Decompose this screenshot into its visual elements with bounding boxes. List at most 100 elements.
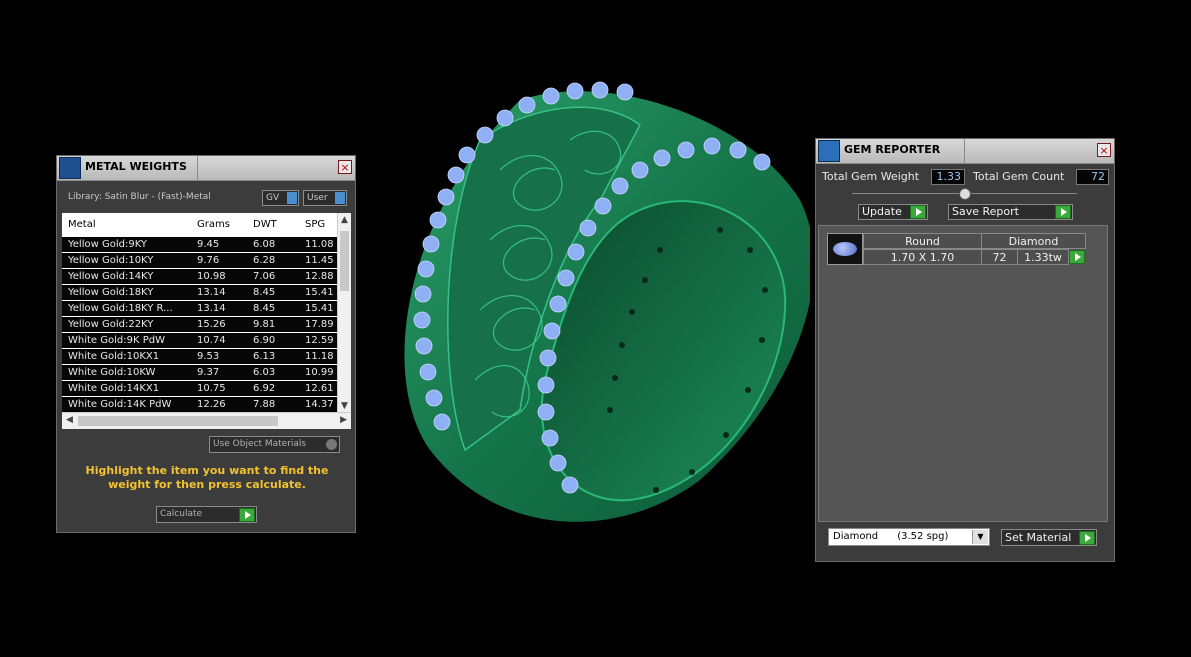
radio-icon — [326, 439, 337, 450]
metal-weights-titlebar[interactable]: METAL WEIGHTS × — [57, 156, 355, 181]
table-cell: 15.41 — [305, 287, 334, 298]
scrollbar-thumb[interactable] — [78, 416, 278, 426]
table-cell: 15.41 — [305, 303, 334, 314]
table-cell: 9.81 — [253, 319, 276, 330]
table-cell: White Gold:10KX1 — [68, 351, 160, 362]
material-select[interactable]: Diamond (3.52 spg) ▼ — [828, 528, 990, 546]
column-header-grams[interactable]: Grams — [197, 219, 230, 230]
table-cell: Yellow Gold:22KY — [68, 319, 154, 330]
gem-weight[interactable]: 1.33tw — [1017, 249, 1069, 265]
gem-size[interactable]: 1.70 X 1.70 — [863, 249, 982, 265]
user-toggle[interactable]: User — [303, 190, 347, 206]
play-icon[interactable] — [239, 508, 255, 522]
table-row[interactable]: White Gold:14KX1 10.75 6.92 12.61 — [62, 381, 337, 397]
scroll-right-icon[interactable]: ▶ — [340, 415, 347, 425]
close-icon[interactable]: × — [338, 160, 352, 174]
play-icon[interactable] — [1079, 531, 1095, 545]
play-icon[interactable] — [1055, 205, 1071, 219]
gv-toggle[interactable]: GV — [262, 190, 299, 206]
gem-count[interactable]: 72 — [981, 249, 1018, 265]
scale-icon — [59, 157, 81, 179]
gem-shape[interactable]: Round — [863, 233, 982, 249]
total-gem-count-value: 72 — [1076, 169, 1109, 185]
save-report-label: Save Report — [952, 205, 1019, 218]
column-header-spg[interactable]: SPG — [305, 219, 325, 230]
set-material-label: Set Material — [1005, 531, 1072, 544]
table-row[interactable]: Yellow Gold:22KY 15.26 9.81 17.89 — [62, 317, 337, 333]
toggle-indicator-icon — [335, 192, 345, 204]
table-cell: 15.26 — [197, 319, 226, 330]
scroll-down-icon[interactable]: ▼ — [341, 401, 348, 411]
metal-table-body: Yellow Gold:9KY 9.45 6.08 11.08 Yellow Gold:… — [62, 237, 337, 413]
use-object-materials-label: Use Object Materials — [213, 439, 307, 449]
gv-toggle-label: GV — [266, 193, 280, 203]
table-cell: Yellow Gold:18KY — [68, 287, 154, 298]
table-row[interactable]: Yellow Gold:18KY R... 13.14 8.45 15.41 — [62, 301, 337, 317]
table-row[interactable]: Yellow Gold:18KY 13.14 8.45 15.41 — [62, 285, 337, 301]
instruction-text: Highlight the item you want to find the … — [85, 464, 329, 491]
table-row[interactable]: Yellow Gold:9KY 9.45 6.08 11.08 — [62, 237, 337, 253]
table-cell: 14.37 — [305, 399, 334, 410]
gem-list: Round 1.70 X 1.70 Diamond 72 1.33tw — [818, 225, 1108, 522]
total-gem-count-label: Total Gem Count — [973, 170, 1065, 183]
table-row[interactable]: Yellow Gold:14KY 10.98 7.06 12.88 — [62, 269, 337, 285]
user-toggle-label: User — [307, 193, 328, 203]
table-cell: 7.88 — [253, 399, 276, 410]
use-object-materials-toggle[interactable]: Use Object Materials — [209, 436, 340, 453]
table-cell: 17.89 — [305, 319, 334, 330]
column-header-dwt[interactable]: DWT — [253, 219, 277, 230]
table-cell: 9.45 — [197, 239, 220, 250]
gem-reporter-titlebar[interactable]: GEM REPORTER × — [816, 139, 1114, 164]
material-select-value: Diamond (3.52 spg) — [833, 531, 949, 542]
table-row[interactable]: Yellow Gold:10KY 9.76 6.28 11.45 — [62, 253, 337, 269]
table-cell: Yellow Gold:10KY — [68, 255, 154, 266]
table-cell: White Gold:10KW — [68, 367, 156, 378]
update-button[interactable]: Update — [858, 204, 928, 220]
metal-table-header: Metal Grams DWT SPG — [62, 213, 337, 235]
scroll-left-icon[interactable]: ◀ — [66, 415, 73, 425]
table-cell: 11.45 — [305, 255, 334, 266]
gem-reporter-title: GEM REPORTER — [844, 139, 965, 163]
table-row[interactable]: White Gold:10KX1 9.53 6.13 11.18 — [62, 349, 337, 365]
set-material-button[interactable]: Set Material — [1001, 529, 1097, 546]
library-label: Library: Satin Blur - (Fast)-Metal — [68, 192, 211, 202]
ring-render — [404, 81, 810, 522]
round-gem-icon — [827, 233, 863, 265]
table-cell: 9.53 — [197, 351, 220, 362]
save-report-button[interactable]: Save Report — [948, 204, 1073, 220]
vertical-scrollbar[interactable]: ▲ ▼ — [337, 213, 351, 413]
column-header-metal[interactable]: Metal — [68, 219, 96, 230]
table-cell: 12.26 — [197, 399, 226, 410]
table-cell: 10.74 — [197, 335, 226, 346]
table-cell: 8.45 — [253, 287, 276, 298]
table-cell: 7.06 — [253, 271, 276, 282]
table-cell: Yellow Gold:9KY — [68, 239, 147, 250]
table-row[interactable]: White Gold:10KW 9.37 6.03 10.99 — [62, 365, 337, 381]
table-cell: 13.14 — [197, 287, 226, 298]
play-icon[interactable] — [910, 205, 926, 219]
table-cell: White Gold:14KX1 — [68, 383, 160, 394]
scrollbar-thumb[interactable] — [340, 231, 349, 291]
horizontal-scrollbar[interactable]: ◀ ▶ — [62, 412, 351, 429]
metal-table: Metal Grams DWT SPG Yellow Gold:9KY 9.45 6… — [62, 213, 351, 429]
toggle-indicator-icon — [287, 192, 297, 204]
gem-row-play-icon[interactable] — [1069, 250, 1085, 264]
calculate-button[interactable]: Calculate — [156, 506, 257, 523]
table-cell: 6.90 — [253, 335, 276, 346]
calculate-label: Calculate — [160, 509, 203, 519]
table-row[interactable]: White Gold:14K PdW 12.26 7.88 14.37 — [62, 397, 337, 413]
table-cell: White Gold:9K PdW — [68, 335, 165, 346]
chevron-down-icon[interactable]: ▼ — [972, 530, 988, 544]
table-cell: 9.37 — [197, 367, 220, 378]
collapse-knob[interactable] — [959, 188, 971, 200]
table-cell: 6.92 — [253, 383, 276, 394]
gem-material[interactable]: Diamond — [981, 233, 1086, 249]
table-cell: 6.13 — [253, 351, 276, 362]
table-cell: 12.88 — [305, 271, 334, 282]
close-icon[interactable]: × — [1097, 143, 1111, 157]
table-cell: 9.76 — [197, 255, 220, 266]
table-cell: 11.08 — [305, 239, 334, 250]
table-row[interactable]: White Gold:9K PdW 10.74 6.90 12.59 — [62, 333, 337, 349]
scroll-up-icon[interactable]: ▲ — [341, 215, 348, 225]
table-cell: 12.59 — [305, 335, 334, 346]
